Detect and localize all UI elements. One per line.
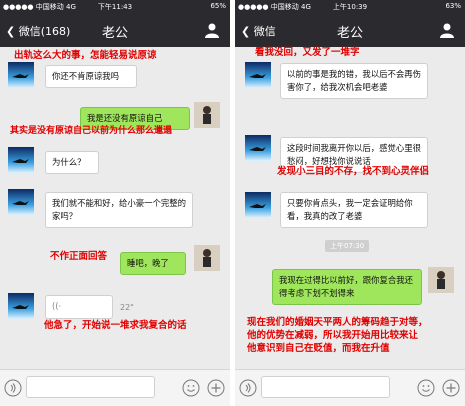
chat-nav-bar: ❮ 微信 老公 <box>235 14 465 47</box>
my-message-bubble[interactable]: 睡吧，晚了 <box>120 252 186 275</box>
annotation: 现在我们的婚姻天平两人的筹码趋于对等， <box>247 317 428 328</box>
voice-icon[interactable] <box>4 379 22 397</box>
chat-title: 老公 <box>101 26 128 41</box>
status-time: 下午11:43 <box>97 3 133 11</box>
status-time: 上午10:39 <box>332 3 368 11</box>
annotation: 他意识到自己在贬值，而我在升值 <box>247 343 390 354</box>
my-message-bubble[interactable]: 我现在过得比以前好，跟你复合我还得考虑下划不划得来 <box>272 269 422 305</box>
battery-level: 65% <box>210 2 226 10</box>
message-bubble[interactable]: 以前的事是我的错，我以后不会再伤害你了，给我次机会吧老婆 <box>280 63 428 99</box>
voice-message-bubble[interactable]: ((· <box>45 295 113 319</box>
annotation: 发现小三目的不存，找不到心灵伴侣 <box>277 166 430 177</box>
annotation: 其实是没有原谅自己以前为什么那么邋遢 <box>10 126 173 136</box>
annotation: 看我没回，又发了一堆字 <box>255 47 360 58</box>
emoji-icon[interactable] <box>417 379 435 397</box>
left-phone-screen: ●●●●● 中国移动 4G 下午11:43 65% ❮ 微信(168) 老公 你… <box>0 0 230 406</box>
husband-avatar[interactable] <box>245 135 271 161</box>
plus-icon[interactable] <box>442 379 460 397</box>
husband-avatar[interactable] <box>8 293 34 319</box>
message-bubble[interactable]: 你还不肯原谅我吗 <box>45 65 137 88</box>
message-bubble[interactable]: 为什么？ <box>45 151 99 174</box>
person-icon[interactable] <box>439 22 455 38</box>
chat-title: 老公 <box>336 26 363 41</box>
status-bar: ●●●●● 中国移动 4G 下午11:43 65% <box>0 0 230 14</box>
annotation: 他的优势在减弱，所以我开始用比较来让 <box>247 330 419 341</box>
emoji-icon[interactable] <box>182 379 200 397</box>
voice-duration: 22" <box>120 303 134 312</box>
my-avatar[interactable] <box>428 267 454 293</box>
husband-avatar[interactable] <box>8 147 34 173</box>
input-bar <box>0 369 230 406</box>
plus-icon[interactable] <box>207 379 225 397</box>
status-bar: ●●●●● 中国移动 4G 上午10:39 63% <box>235 0 465 14</box>
husband-avatar[interactable] <box>8 62 34 88</box>
annotation: 他急了，开始说一堆求我复合的话 <box>44 320 187 331</box>
annotation: 出轨这么大的事，怎能轻易说原谅 <box>14 50 157 61</box>
message-input[interactable] <box>261 376 390 398</box>
husband-avatar[interactable] <box>8 189 34 215</box>
person-icon[interactable] <box>204 22 220 38</box>
annotation: 不作正面回答 <box>50 251 108 262</box>
husband-avatar[interactable] <box>245 192 271 218</box>
my-avatar[interactable] <box>194 102 220 128</box>
message-bubble[interactable]: 只要你肯点头，我一定会证明给你看，我真的改了老婆 <box>280 192 428 228</box>
my-avatar[interactable] <box>194 245 220 271</box>
voice-icon[interactable] <box>239 379 257 397</box>
message-timestamp: 上午07:30 <box>325 240 370 252</box>
message-input[interactable] <box>26 376 155 398</box>
husband-avatar[interactable] <box>245 62 271 88</box>
chat-nav-bar: ❮ 微信(168) 老公 <box>0 14 230 47</box>
battery-level: 63% <box>445 2 461 10</box>
voice-wave-icon: ((· <box>52 301 62 311</box>
right-phone-screen: ●●●●● 中国移动 4G 上午10:39 63% ❮ 微信 老公 以前的事是我… <box>235 0 465 406</box>
input-bar <box>235 369 465 406</box>
message-bubble[interactable]: 我们就不能和好，给小豪一个完整的家吗？ <box>45 192 193 228</box>
